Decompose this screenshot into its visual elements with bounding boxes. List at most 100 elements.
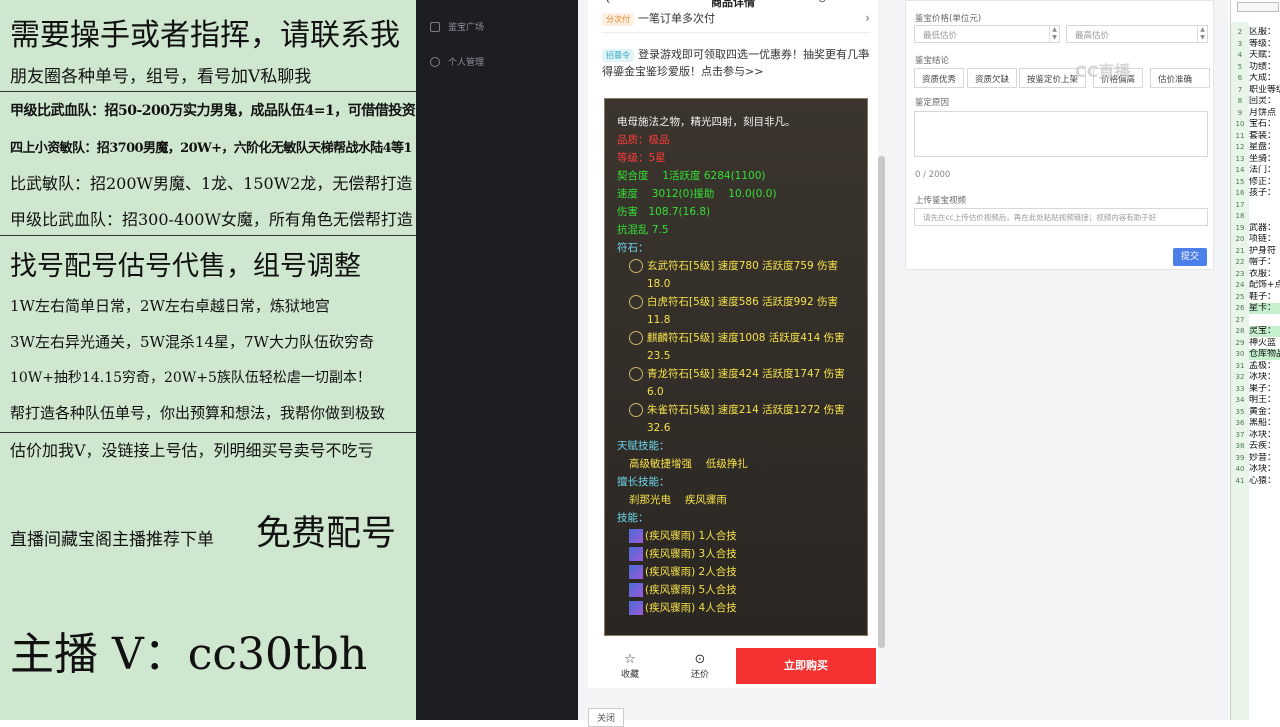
conclusion-label: 鉴宝结论 [915,56,950,66]
promo-line-9: 3W左右异光通关，5W混杀14星，7W大力队伍砍穷奇 [10,333,374,351]
spreadsheet: 2 区服： 3 等级： 4 天赋： 5 功绩： 6 大成： 7 职业等级： 8 回灵： 9 月饼点 10 宝石： 1… [1230,0,1280,720]
recruit-row[interactable]: 招募令 登录游戏即可领取四选一优惠券！抽奖更有几率得鎏金宝鉴珍爱版！点击参与>> … [602,46,870,80]
max-price-placeholder: 最高估价 [1075,31,1110,41]
option-lacking[interactable]: 资质欠缺 [967,68,1018,88]
rune-icon [629,259,643,273]
rune-text: 青龙符石[5级] 速度424 活跃度1747 伤害6.0 [647,368,845,398]
formula-box[interactable] [1237,2,1279,12]
sheet-cell[interactable]: 妙音： [1249,453,1280,464]
sheet-cell[interactable]: 坐骑： [1249,154,1280,165]
sheet-cell[interactable]: 大成： [1249,73,1280,84]
row-number: 41 [1235,476,1245,485]
char-counter: 0 / 2000 [915,170,951,180]
row-number: 3 [1237,39,1243,48]
promo-line-7: 找号配号估号代售，组号调整 [10,251,361,282]
sheet-cell[interactable]: 配饰+点 [1249,280,1280,291]
promo-line-10: 10W+抽秒14.15穷奇，20W+5族队伍轻松虐一切副本！ [10,370,371,386]
installment-row[interactable]: 分次付 一笔订单多次付 › [602,10,870,27]
row-number: 27 [1235,315,1245,324]
favorite-label: 收藏 [620,670,639,680]
sheet-cell[interactable]: 武器： [1249,223,1280,234]
row-number: 18 [1235,212,1245,220]
rune-entry: 朱雀符石[5级] 速度214 活跃度1272 伤害32.6 [617,401,855,437]
option-excellent[interactable]: 资质优秀 [914,68,965,88]
sidebar-item-personal[interactable]: 个人管理 [430,55,484,68]
recruit-text: 登录游戏即可领取四选一优惠券！抽奖更有几率得鎏金宝鉴珍爱版！点击参与>> [602,48,869,78]
sheet-cell[interactable]: 区服： [1249,27,1280,38]
video-link-input[interactable]: 请先在cc上传估价视频后，再在此处粘贴视频链接；视频内容有助于好 [914,208,1208,226]
sidebar-item-plaza[interactable]: 鉴宝广场 [430,20,484,33]
sheet-cell[interactable]: 回灵： [1249,96,1280,107]
sheet-cell[interactable]: 冰块： [1249,430,1280,441]
skill-entry: (疾风骤雨) 1人合技 [617,527,855,545]
sheet-cell[interactable]: 冰块： [1249,464,1280,475]
promo-panel: 需要操手或者指挥，请联系我 朋友圈各种单号，组号，看号加V私聊我 甲级比武血队：… [0,0,416,720]
divider [0,432,416,433]
option-accurate[interactable]: 估价准确 [1150,68,1210,88]
back-icon[interactable]: ‹ [606,0,610,7]
scrollbar[interactable] [878,156,885,648]
sheet-cell[interactable]: 功绩： [1249,62,1280,73]
max-price-input[interactable]: 最高估价 ▲ ▼ [1066,25,1208,43]
sheet-cell[interactable]: 护身符 [1249,246,1280,257]
sheet-cell[interactable]: 月饼点 [1249,108,1280,119]
sheet-cell[interactable]: 孩子： [1249,188,1280,199]
sheet-cell[interactable]: 项链： [1249,234,1280,245]
skill-icon [629,565,643,579]
rune-icon [629,403,643,417]
sheet-cell[interactable]: 心猿： [1249,476,1280,487]
row-number: 23 [1235,269,1245,278]
sheet-cell[interactable]: 冰块： [1249,372,1280,383]
reason-textarea[interactable] [914,111,1208,157]
stat-green-3: 伤害 108.7(16.8) [617,206,711,218]
recruit-tag: 招募令 [602,49,634,62]
skill-entry: (疾风骤雨) 3人合技 [617,545,855,563]
sheet-cell[interactable]: 神火蓝 [1249,338,1280,349]
sheet-cell[interactable]: 明王： [1249,395,1280,406]
sheet-cell[interactable]: 职业等级： [1249,85,1280,96]
bargain-button[interactable]: ⊙ 还价 [670,652,730,680]
row-number: 39 [1235,453,1245,462]
close-button[interactable]: 关闭 [588,708,625,727]
video-placeholder: 请先在cc上传估价视频后，再在此处粘贴视频链接；视频内容有助于好 [923,213,1157,222]
favorite-button[interactable]: ☆ 收藏 [600,652,660,680]
buy-now-button[interactable]: 立即购买 [736,648,876,684]
skill-entry: (疾风骤雨) 5人合技 [617,581,855,599]
installment-tag: 分次付 [602,13,634,26]
sheet-cell[interactable]: 仓库物品 [1249,349,1280,360]
sheet-cell[interactable]: 宝石： [1249,119,1280,130]
sheet-cell[interactable]: 法门： [1249,165,1280,176]
sheet-cell[interactable]: 去疾： [1249,441,1280,452]
row-number: 14 [1235,166,1245,174]
row-number: 40 [1235,465,1245,473]
sheet-cell[interactable]: 灵宝： [1249,326,1280,337]
sheet-cell[interactable]: 星盘： [1249,142,1280,153]
row-number: 5 [1237,62,1243,71]
sheet-cell[interactable]: 修正： [1249,177,1280,188]
sheet-cell[interactable]: 鞋子： [1249,292,1280,303]
special-title: 擅长技能： [617,476,670,488]
share-icon[interactable]: ⊙ [818,0,826,5]
stepper-icon[interactable]: ▲ ▼ [1197,26,1207,42]
sheet-cell[interactable]: 等级： [1249,39,1280,50]
sheet-cell[interactable]: 套装： [1249,131,1280,142]
sheet-cell[interactable]: 星卡： [1249,303,1280,314]
sheet-cell[interactable]: 黄金： [1249,407,1280,418]
sheet-cell[interactable]: 果子： [1249,384,1280,395]
skill-title: 技能： [617,512,649,524]
sheet-cell[interactable]: 衣服： [1249,269,1280,280]
stepper-icon[interactable]: ▲ ▼ [1049,26,1059,42]
sheet-cell[interactable]: 孟极： [1249,361,1280,372]
submit-button[interactable]: 提交 [1173,248,1207,266]
row-number: 15 [1235,177,1245,186]
video-label: 上传鉴宝视频 [915,196,967,206]
sheet-cell[interactable]: 天赋： [1249,50,1280,61]
row-number: 12 [1235,143,1245,151]
row-number: 2 [1237,28,1243,36]
sheet-cell[interactable]: 黑船： [1249,418,1280,429]
sheet-cell[interactable]: 帽子： [1249,257,1280,268]
promo-line-12: 估价加我V，没链接上号估，列明细买号卖号不吃亏 [10,441,374,460]
min-price-input[interactable]: 最低估价 ▲ ▼ [914,25,1060,43]
stats-box: 电母施法之物，精光四射，刻目非凡。 品质：极品 等级：5星 契合度 1活跃度 6… [604,98,868,636]
row-number: 17 [1235,200,1245,209]
